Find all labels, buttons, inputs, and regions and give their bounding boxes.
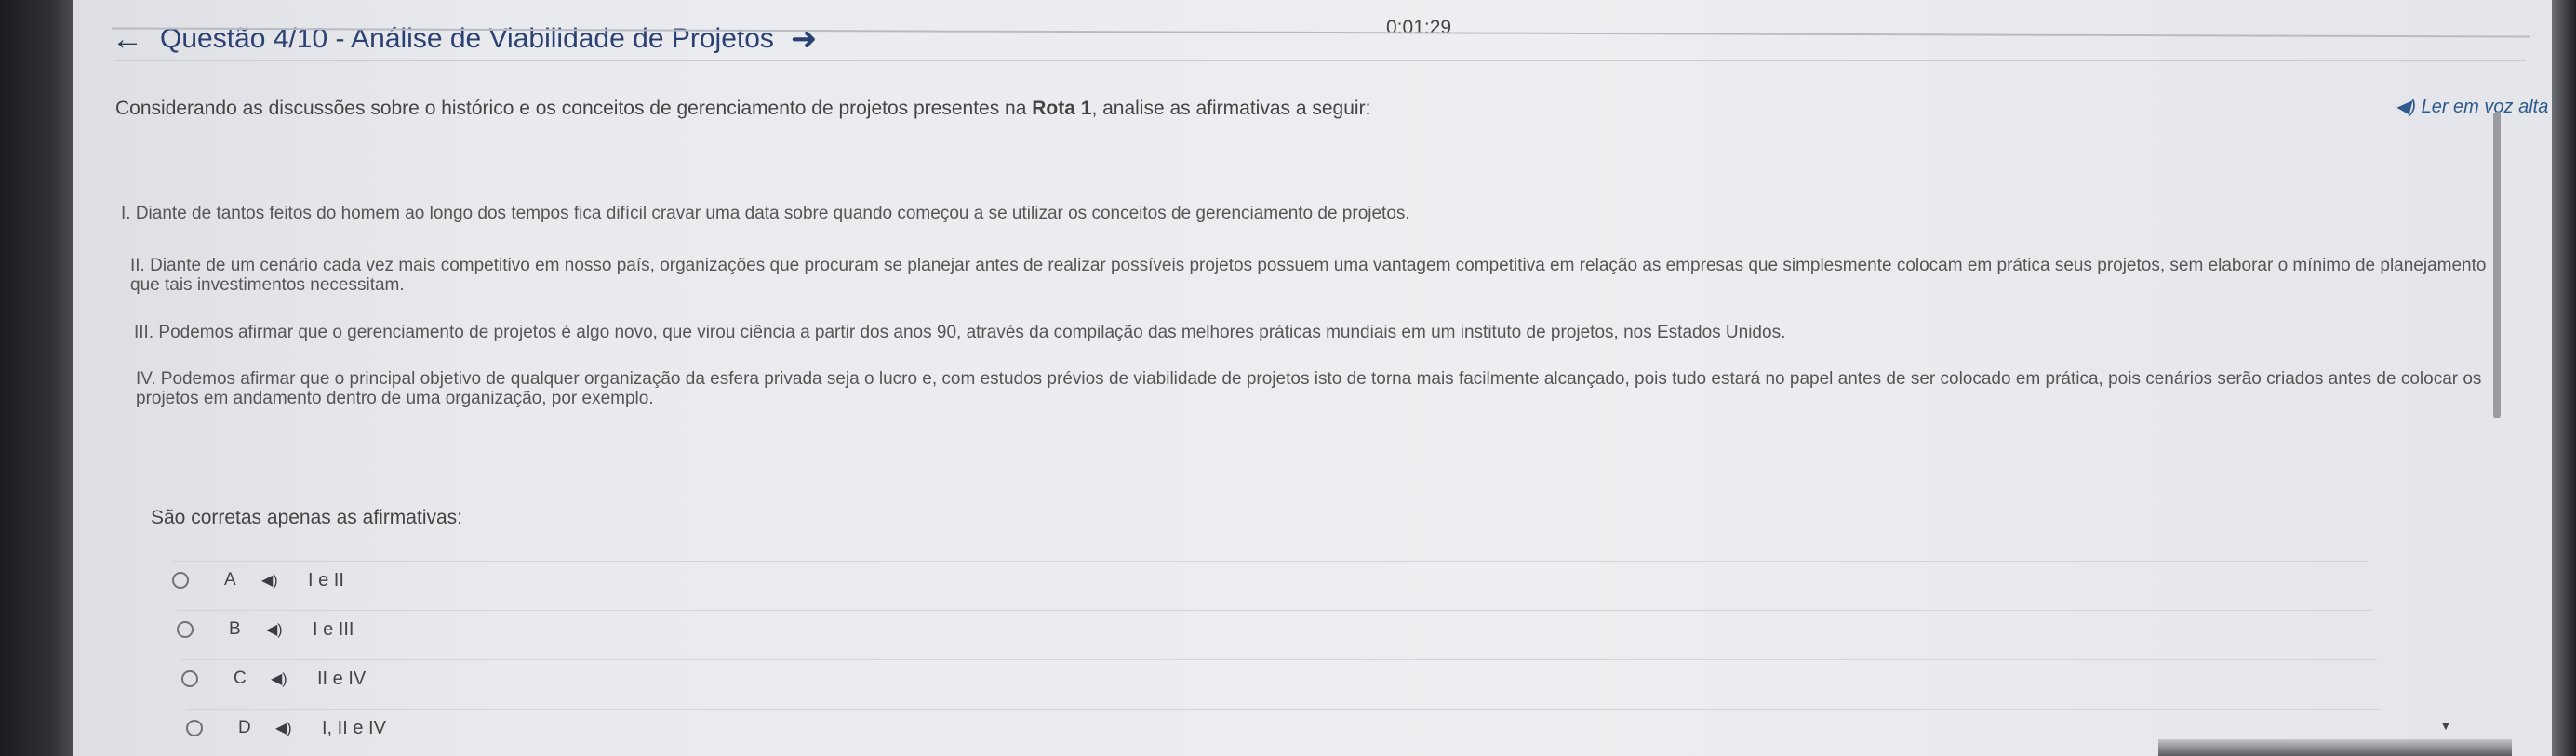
taskbar [2158, 739, 2512, 756]
statement-3: III. Podemos afirmar que o gerenciamento… [134, 323, 1785, 342]
option-text: I e II [308, 569, 344, 590]
arrow-right-icon[interactable]: ➜ [791, 20, 818, 58]
answer-option-b[interactable]: B ◀) I e III [177, 610, 2372, 648]
left-screen-bezel [0, 0, 73, 756]
prompt-text-before: Considerando as discussões sobre o histó… [115, 98, 1033, 119]
radio-icon[interactable] [172, 572, 189, 589]
radio-icon[interactable] [181, 670, 198, 687]
statement-line: projetos em andamento dentro de uma orga… [136, 389, 654, 408]
radio-icon[interactable] [177, 621, 194, 638]
arrow-left-icon[interactable]: ← [112, 21, 143, 58]
answer-option-a[interactable]: A ◀) I e II [172, 561, 2368, 599]
right-screen-bezel [2552, 0, 2576, 756]
statement-line: que tais investimentos necessitam. [130, 275, 405, 295]
read-aloud-link[interactable]: ◀) Ler em voz alta [2396, 95, 2548, 118]
timer: 0:01:29 [1386, 17, 1452, 38]
prompt-text-after: , analise as afirmativas a seguir: [1091, 98, 1371, 119]
statement-line: II. Diante de um cenário cada vez mais c… [130, 256, 2487, 275]
option-text: I e III [313, 618, 354, 640]
statement-line: I. Diante de tantos feitos do homem ao l… [121, 204, 1410, 223]
option-text: I, II e IV [322, 717, 386, 738]
speaker-icon[interactable]: ◀) [261, 571, 308, 590]
speaker-icon[interactable]: ◀) [275, 719, 322, 737]
statement-line: III. Podemos afirmar que o gerenciamento… [134, 323, 1786, 342]
scrollbar[interactable] [2493, 112, 2501, 418]
question-prompt: Considerando as discussões sobre o histó… [115, 98, 1370, 120]
statement-line: IV. Podemos afirmar que o principal obje… [136, 369, 2482, 389]
radio-icon[interactable] [186, 720, 203, 736]
prompt-bold-reference: Rota 1 [1032, 98, 1092, 119]
scroll-down-icon[interactable]: ▼ [2439, 718, 2452, 733]
statement-4: IV. Podemos afirmar que o principal obje… [136, 369, 2481, 408]
question-header: ← Questão 4/10 - Análise de Viabilidade … [112, 20, 817, 58]
divider [116, 60, 2526, 61]
option-letter: D [238, 718, 251, 737]
option-letter: A [224, 570, 236, 590]
option-text: II e IV [317, 668, 367, 689]
statement-1: I. Diante de tantos feitos do homem ao l… [121, 204, 1410, 223]
option-letter: B [229, 619, 241, 639]
answer-option-c[interactable]: C ◀) II e IV [181, 659, 2377, 697]
answer-option-d[interactable]: D ◀) I, II e IV [186, 709, 2382, 747]
question-text: São corretas apenas as afirmativas: [151, 507, 462, 528]
statement-2: II. Diante de um cenário cada vez mais c… [130, 256, 2486, 295]
option-letter: C [234, 669, 247, 688]
speaker-icon[interactable]: ◀) [266, 620, 313, 639]
speaker-icon[interactable]: ◀) [271, 670, 317, 688]
